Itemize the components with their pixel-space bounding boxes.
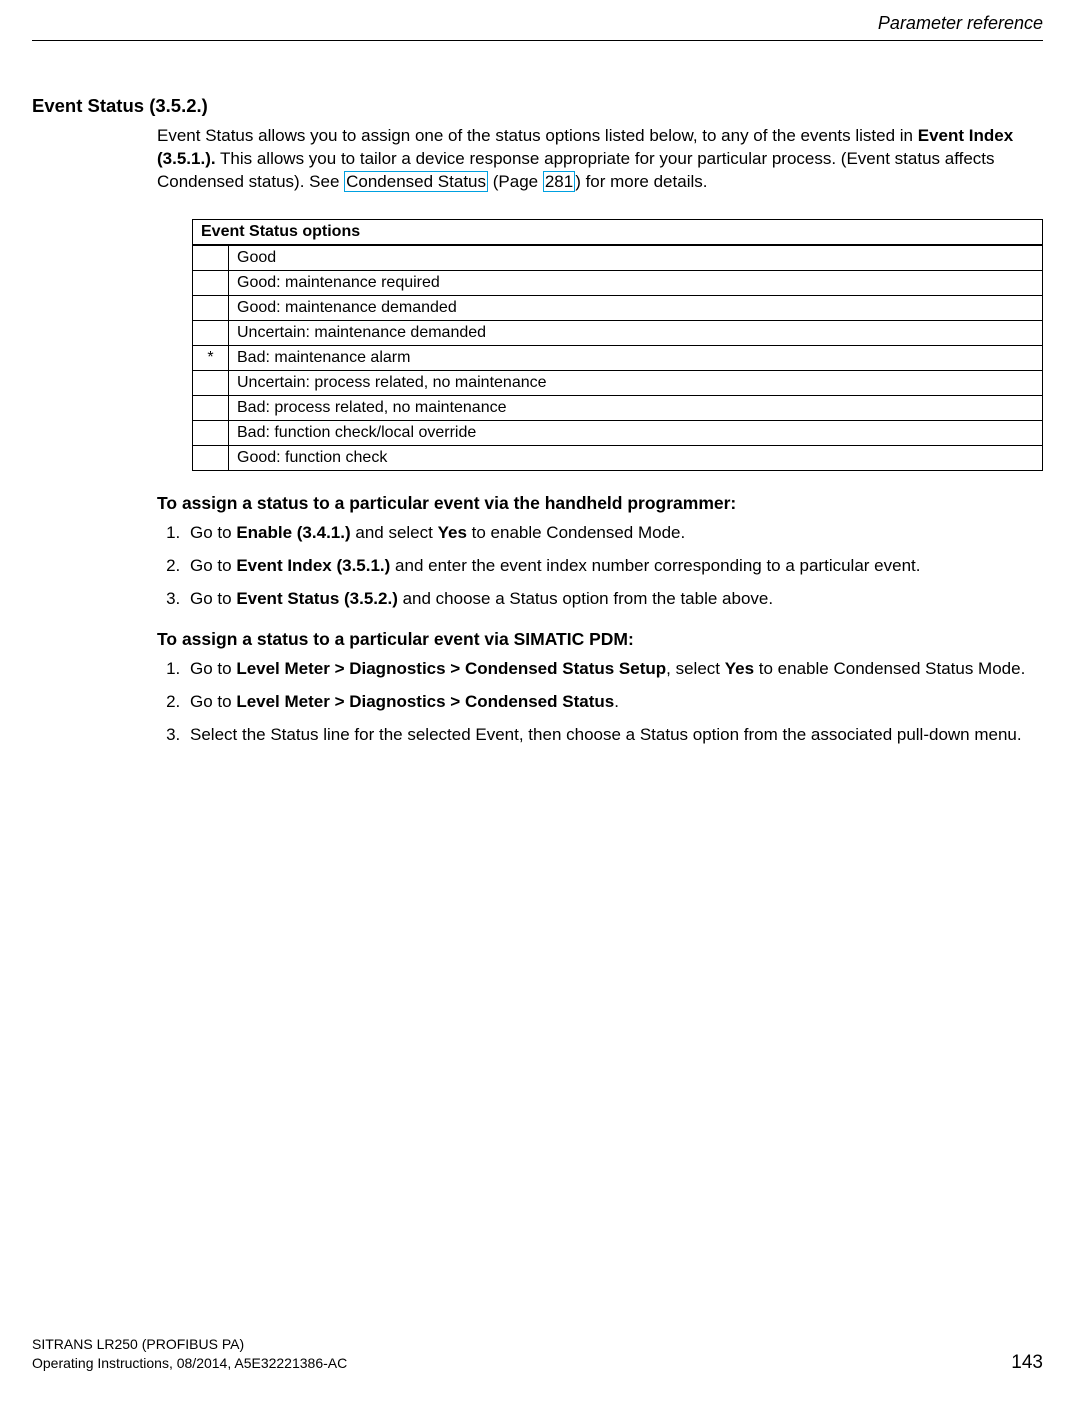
row-label: Good: maintenance required xyxy=(229,270,1043,295)
intro-paragraph: Event Status allows you to assign one of… xyxy=(157,125,1043,194)
row-label: Uncertain: maintenance demanded xyxy=(229,320,1043,345)
table-row: Good: function check xyxy=(193,445,1043,470)
row-label: Good: maintenance demanded xyxy=(229,295,1043,320)
step-bold: Event Status (3.5.2.) xyxy=(236,589,398,608)
row-mark xyxy=(193,320,229,345)
table-header-row: Event Status options xyxy=(193,219,1043,245)
pdm-heading: To assign a status to a particular event… xyxy=(157,629,1043,650)
table-row: Good: maintenance required xyxy=(193,270,1043,295)
row-label: Bad: maintenance alarm xyxy=(229,345,1043,370)
row-mark xyxy=(193,245,229,271)
intro-post: ) for more details. xyxy=(575,172,707,191)
step-post: to enable Condensed Mode. xyxy=(467,523,685,542)
step-bold: Event Index (3.5.1.) xyxy=(236,556,390,575)
step-post: Select the Status line for the selected … xyxy=(190,725,1022,744)
intro-pg-pre: (Page xyxy=(488,172,543,191)
step-bold: Yes xyxy=(725,659,754,678)
page-link[interactable]: 281 xyxy=(543,171,575,192)
list-item: Go to Level Meter > Diagnostics > Conden… xyxy=(185,658,1043,681)
table-row: Good: maintenance demanded xyxy=(193,295,1043,320)
table-row: Uncertain: maintenance demanded xyxy=(193,320,1043,345)
header-title: Parameter reference xyxy=(878,13,1043,34)
table-row: Uncertain: process related, no maintenan… xyxy=(193,370,1043,395)
table-row: Bad: process related, no maintenance xyxy=(193,395,1043,420)
list-item: Go to Event Index (3.5.1.) and enter the… xyxy=(185,555,1043,578)
step-post: . xyxy=(614,692,619,711)
row-mark xyxy=(193,295,229,320)
row-label: Bad: process related, no maintenance xyxy=(229,395,1043,420)
table-row: Good xyxy=(193,245,1043,271)
header-divider xyxy=(32,40,1043,41)
step-bold: Level Meter > Diagnostics > Condensed St… xyxy=(236,692,614,711)
status-options-table-wrap: Event Status options Good Good: maintena… xyxy=(192,219,1043,471)
row-mark: * xyxy=(193,345,229,370)
step-mid: , select xyxy=(666,659,725,678)
pdm-steps: Go to Level Meter > Diagnostics > Conden… xyxy=(157,658,1043,747)
row-label: Good xyxy=(229,245,1043,271)
row-mark xyxy=(193,370,229,395)
handheld-heading: To assign a status to a particular event… xyxy=(157,493,1043,514)
step-pre: Go to xyxy=(190,692,236,711)
handheld-steps: Go to Enable (3.4.1.) and select Yes to … xyxy=(157,522,1043,611)
step-bold: Level Meter > Diagnostics > Condensed St… xyxy=(236,659,666,678)
step-pre: Go to xyxy=(190,659,236,678)
page-footer: SITRANS LR250 (PROFIBUS PA) Operating In… xyxy=(32,1335,1043,1374)
row-label: Bad: function check/local override xyxy=(229,420,1043,445)
row-mark xyxy=(193,420,229,445)
condensed-status-link[interactable]: Condensed Status xyxy=(344,171,488,192)
row-label: Good: function check xyxy=(229,445,1043,470)
list-item: Select the Status line for the selected … xyxy=(185,724,1043,747)
table-header: Event Status options xyxy=(193,219,1043,245)
row-mark xyxy=(193,445,229,470)
footer-left: SITRANS LR250 (PROFIBUS PA) Operating In… xyxy=(32,1335,1043,1374)
status-options-table: Event Status options Good Good: maintena… xyxy=(192,219,1043,471)
footer-line1: SITRANS LR250 (PROFIBUS PA) xyxy=(32,1335,1043,1355)
section-heading: Event Status (3.5.2.) xyxy=(32,95,1043,117)
footer-line2: Operating Instructions, 08/2014, A5E3222… xyxy=(32,1354,1043,1374)
list-item: Go to Event Status (3.5.2.) and choose a… xyxy=(185,588,1043,611)
table-row: Bad: function check/local override xyxy=(193,420,1043,445)
intro-pre: Event Status allows you to assign one of… xyxy=(157,126,918,145)
step-bold: Yes xyxy=(438,523,467,542)
list-item: Go to Enable (3.4.1.) and select Yes to … xyxy=(185,522,1043,545)
step-mid: and select xyxy=(351,523,438,542)
step-pre: Go to xyxy=(190,523,236,542)
row-label: Uncertain: process related, no maintenan… xyxy=(229,370,1043,395)
row-mark xyxy=(193,270,229,295)
table-row: *Bad: maintenance alarm xyxy=(193,345,1043,370)
step-post: and enter the event index number corresp… xyxy=(390,556,920,575)
step-pre: Go to xyxy=(190,589,236,608)
step-pre: Go to xyxy=(190,556,236,575)
step-post: and choose a Status option from the tabl… xyxy=(398,589,773,608)
step-bold: Enable (3.4.1.) xyxy=(236,523,350,542)
page-content: Event Status (3.5.2.) Event Status allow… xyxy=(32,95,1043,764)
page-number: 143 xyxy=(1011,1352,1043,1374)
list-item: Go to Level Meter > Diagnostics > Conden… xyxy=(185,691,1043,714)
row-mark xyxy=(193,395,229,420)
step-post: to enable Condensed Status Mode. xyxy=(754,659,1025,678)
